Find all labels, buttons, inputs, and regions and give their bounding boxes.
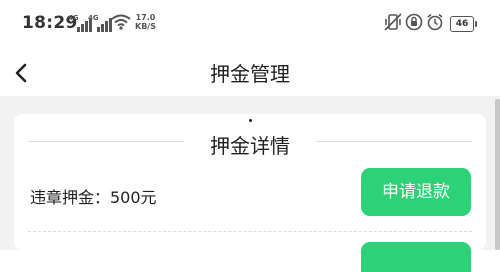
deposit-amount-label: 违章押金：500元 (30, 188, 157, 207)
indicator-dot (249, 119, 252, 122)
nav-bar: 押金管理 (0, 48, 500, 96)
scrollbar[interactable] (495, 99, 500, 250)
section-header: 押金详情 (28, 128, 472, 158)
status-bar: 18:29 4G 4G 17.0 KB/S 46 (0, 0, 500, 48)
network-speed: 17.0 KB/S (135, 13, 156, 31)
alarm-icon (427, 13, 443, 31)
vibrate-icon (384, 13, 402, 31)
speed-unit: KB/S (135, 22, 156, 31)
request-refund-button[interactable]: 申请退款 (361, 168, 471, 216)
wifi-icon (111, 14, 131, 30)
do-not-disturb-icon (405, 13, 423, 31)
page-title: 押金管理 (210, 62, 290, 86)
deposit-card: 押金详情 违章押金：500元 申请退款 (14, 114, 486, 272)
row-divider (28, 231, 472, 232)
section-title: 押金详情 (210, 134, 290, 158)
battery-icon: 46 (450, 16, 477, 32)
next-row-button[interactable] (361, 242, 471, 272)
speed-value: 17.0 (135, 13, 156, 22)
